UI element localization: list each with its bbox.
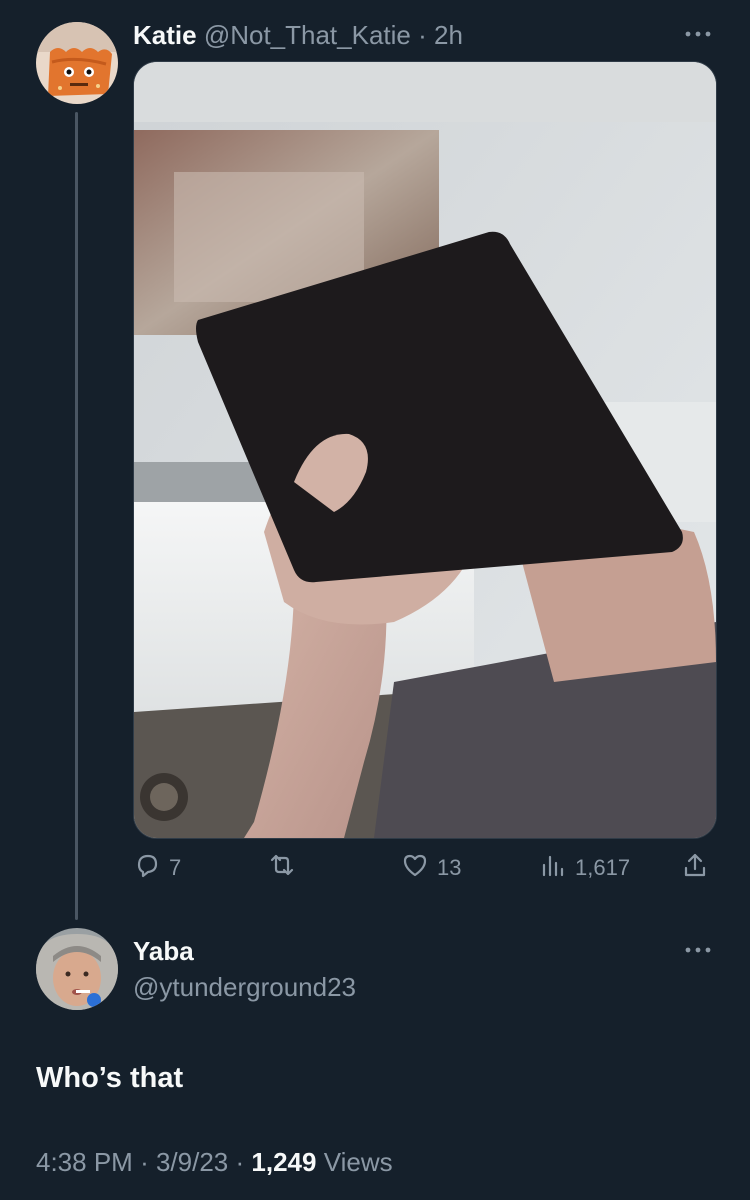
avatar-yaba[interactable] [36, 928, 118, 1010]
separator-dot: · [418, 20, 427, 50]
retweet-button[interactable] [268, 846, 304, 890]
reply-more-options-icon[interactable] [678, 940, 718, 960]
avatar-katie[interactable] [36, 22, 118, 104]
more-options-icon[interactable] [678, 24, 718, 44]
analytics-icon [539, 851, 567, 885]
tweet-action-bar: 7 13 1,617 [133, 846, 715, 890]
retweet-icon [268, 851, 296, 885]
tweet-media-image[interactable] [133, 61, 717, 839]
heart-icon [401, 851, 429, 885]
thread-connector-line [75, 112, 78, 920]
author-handle[interactable]: @Not_That_Katie [204, 20, 411, 50]
reply-author-handle[interactable]: @ytunderground23 [133, 970, 356, 1004]
author-name[interactable]: Katie [133, 20, 197, 50]
meta-separator: · [235, 1147, 245, 1177]
reply-text: Who’s that [36, 1062, 184, 1094]
tweet-header: Katie @Not_That_Katie · 2h [133, 18, 463, 52]
reply-date[interactable]: 3/9/23 [156, 1147, 228, 1177]
views-button[interactable]: 1,617 [539, 846, 630, 890]
reply-count: 7 [169, 855, 182, 880]
reply-author-name[interactable]: Yaba [133, 934, 194, 968]
tweet-time[interactable]: 2h [434, 20, 463, 50]
share-icon [681, 851, 709, 885]
share-button[interactable] [681, 846, 709, 890]
reply-button[interactable]: 7 [133, 846, 181, 890]
reply-time[interactable]: 4:38 PM [36, 1147, 133, 1177]
like-button[interactable]: 13 [401, 846, 461, 890]
meta-separator: · [140, 1147, 149, 1177]
reply-views-label: Views [323, 1147, 393, 1177]
reply-views-count[interactable]: 1,249 [251, 1147, 316, 1177]
views-count: 1,617 [575, 855, 631, 880]
reply-meta: 4:38 PM · 3/9/23 · 1,249 Views [36, 1144, 393, 1180]
like-count: 13 [437, 855, 462, 880]
reply-icon [133, 851, 161, 885]
